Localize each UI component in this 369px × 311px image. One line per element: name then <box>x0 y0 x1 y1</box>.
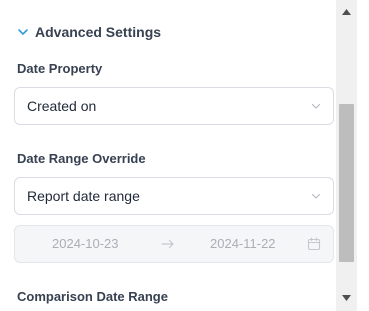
date-property-select[interactable]: Created on <box>14 87 334 125</box>
date-range-picker[interactable]: 2024-10-23 2024-11-22 <box>14 225 334 263</box>
arrow-right-icon <box>161 239 174 249</box>
date-range-override-value: Report date range <box>27 188 140 204</box>
chevron-down-icon <box>311 193 321 199</box>
end-date: 2024-11-22 <box>210 236 276 251</box>
date-property-value: Created on <box>27 98 97 114</box>
advanced-settings-toggle[interactable]: Advanced Settings <box>17 22 161 42</box>
comparison-date-range-label: Comparison Date Range <box>17 289 168 304</box>
triangle-up-icon <box>342 9 351 15</box>
calendar-icon <box>307 237 321 251</box>
start-date: 2024-10-23 <box>52 236 119 251</box>
date-range-override-label: Date Range Override <box>17 151 146 166</box>
chevron-down-icon <box>18 29 28 35</box>
vertical-scrollbar[interactable] <box>336 0 357 311</box>
chevron-down-icon <box>311 103 321 109</box>
date-property-label: Date Property <box>17 61 103 76</box>
triangle-down-icon <box>342 295 351 301</box>
scroll-up-button[interactable] <box>336 0 357 22</box>
scroll-down-button[interactable] <box>336 289 357 311</box>
settings-panel: Advanced Settings Date Property Created … <box>0 0 336 311</box>
date-range-override-select[interactable]: Report date range <box>14 177 334 215</box>
scrollbar-thumb[interactable] <box>339 104 354 262</box>
advanced-settings-title: Advanced Settings <box>35 24 162 40</box>
